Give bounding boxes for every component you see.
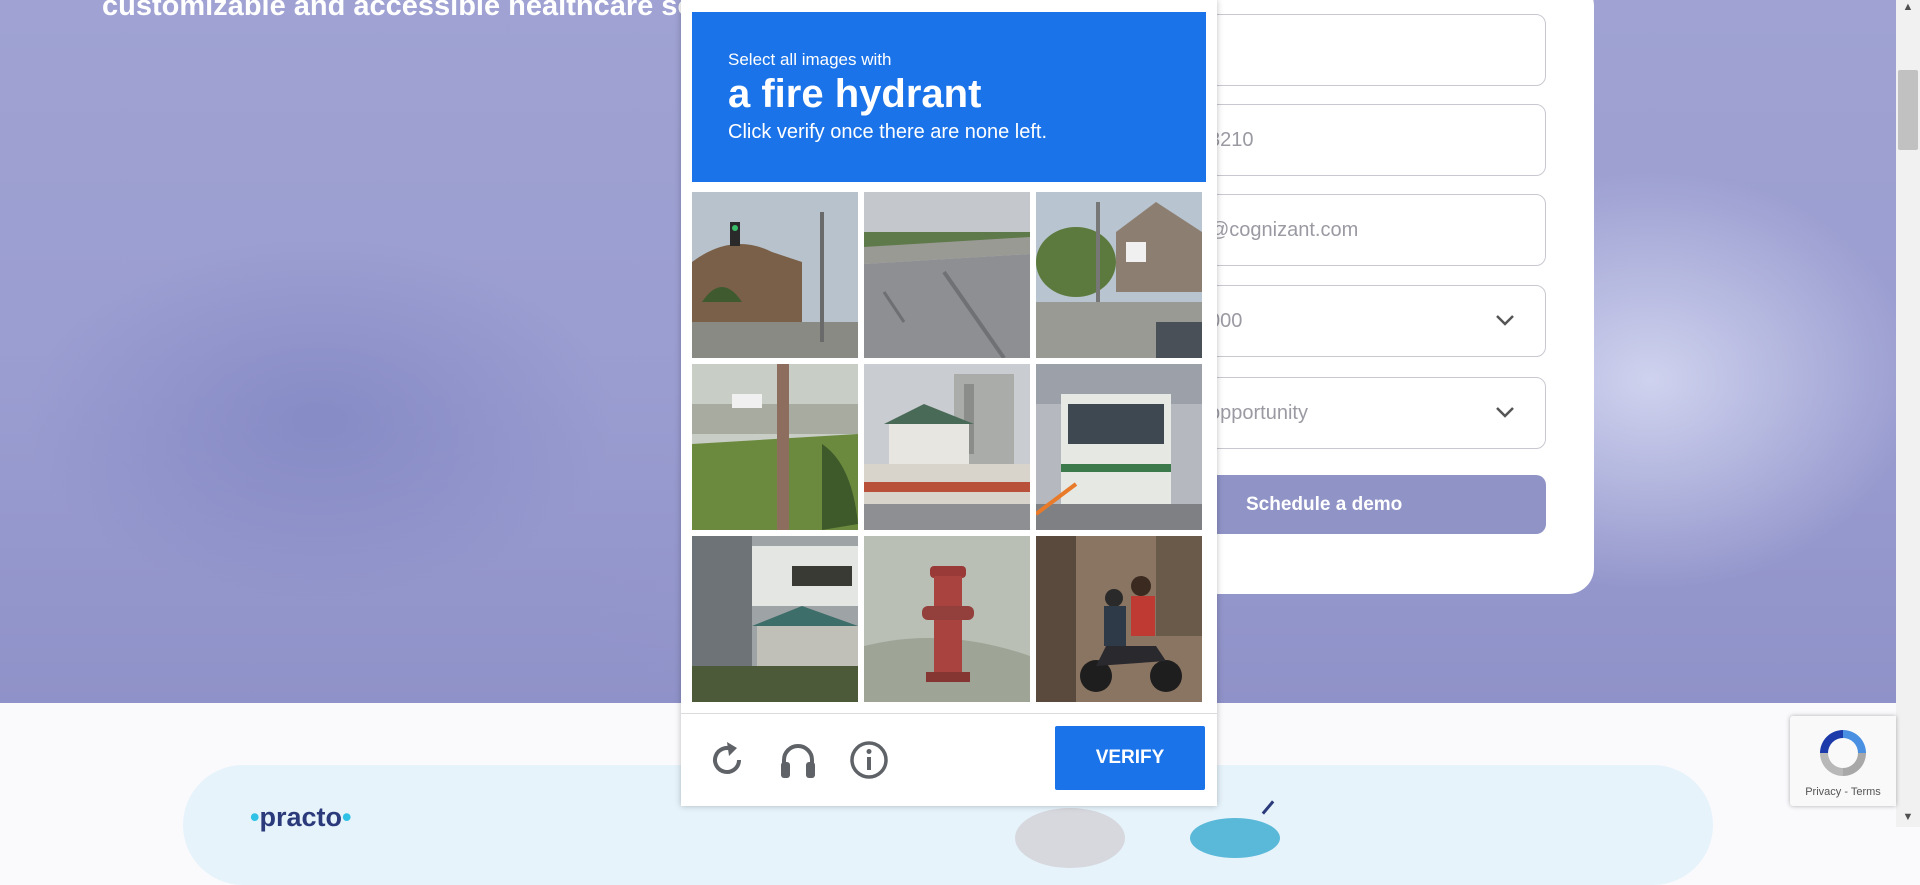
- captcha-tile-red-fire-hydrant[interactable]: [864, 536, 1030, 702]
- email-field-value: @cognizant.com: [1209, 218, 1359, 241]
- info-icon[interactable]: [847, 738, 891, 782]
- captcha-challenge-popup: Select all images with a fire hydrant Cl…: [681, 0, 1217, 806]
- chevron-down-icon: [1496, 407, 1514, 418]
- captcha-tile-motorcycle-riders[interactable]: [1036, 536, 1202, 702]
- captcha-tile-city-bus[interactable]: [1036, 364, 1202, 530]
- captcha-tile-street-traffic-light[interactable]: [692, 192, 858, 358]
- captcha-tile-roadside-pole[interactable]: [692, 364, 858, 530]
- chevron-down-icon: [1496, 315, 1514, 326]
- captcha-tile-residential-corner[interactable]: [1036, 192, 1202, 358]
- captcha-instruction: Select all images with: [728, 50, 892, 69]
- hero-headline: customizable and accessible healthcare s…: [102, 0, 692, 22]
- captcha-target: a fire hydrant: [728, 72, 982, 116]
- recaptcha-logo-icon: [1820, 730, 1866, 776]
- recaptcha-badge[interactable]: Privacy - Terms: [1790, 716, 1896, 806]
- scrollbar-thumb[interactable]: [1898, 70, 1918, 150]
- partner-illustration: [1190, 818, 1280, 858]
- interest-select-value: opportunity: [1209, 401, 1308, 424]
- partner-avatar: [1015, 808, 1125, 868]
- captcha-tile-building-entrance[interactable]: [692, 536, 858, 702]
- headphones-audio-icon[interactable]: [776, 738, 820, 782]
- recaptcha-privacy-terms[interactable]: Privacy - Terms: [1790, 786, 1896, 798]
- practo-logo: •practo•: [250, 802, 352, 832]
- captcha-header: Select all images with a fire hydrant Cl…: [692, 12, 1206, 182]
- scroll-down-arrow-icon[interactable]: ▼: [1900, 810, 1916, 824]
- reload-icon[interactable]: [705, 738, 749, 782]
- captcha-tile-building-with-bus[interactable]: [864, 364, 1030, 530]
- practo-logo-text: practo: [259, 802, 342, 832]
- scroll-up-arrow-icon[interactable]: ▲: [1900, 0, 1916, 14]
- captcha-footer: VERIFY: [681, 713, 1217, 807]
- verify-button[interactable]: VERIFY: [1055, 726, 1205, 790]
- captcha-tile-highway-overpass[interactable]: [864, 192, 1030, 358]
- captcha-subinstruction: Click verify once there are none left.: [728, 121, 1048, 143]
